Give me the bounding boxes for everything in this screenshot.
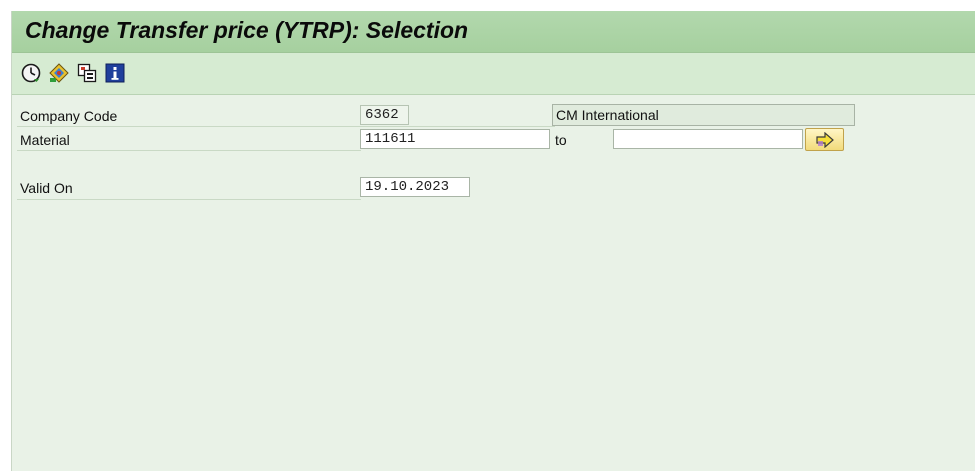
valid-on-date-field[interactable]: 19.10.2023 bbox=[360, 177, 470, 197]
valid-on-label: Valid On bbox=[20, 180, 73, 196]
info-icon bbox=[105, 63, 125, 83]
get-variant-button[interactable] bbox=[48, 62, 70, 84]
company-code-label: Company Code bbox=[20, 108, 118, 124]
copy-variant-icon bbox=[77, 63, 97, 83]
multiple-selection-button[interactable] bbox=[805, 128, 844, 151]
get-variant-icon bbox=[49, 63, 69, 83]
application-toolbar bbox=[12, 53, 975, 95]
row-divider bbox=[17, 150, 361, 151]
sap-screen: Change Transfer price (YTRP): Selection bbox=[11, 11, 975, 471]
execute-clock-icon bbox=[21, 63, 41, 83]
row-divider bbox=[17, 199, 361, 200]
material-from-field[interactable]: 111611 bbox=[360, 129, 550, 149]
material-to-label: to bbox=[555, 132, 567, 148]
material-label: Material bbox=[20, 132, 70, 148]
company-code-field[interactable]: 6362 bbox=[360, 105, 409, 125]
company-name-display: CM International bbox=[552, 104, 855, 126]
info-button[interactable] bbox=[104, 62, 126, 84]
save-variant-button[interactable] bbox=[76, 62, 98, 84]
title-bar: Change Transfer price (YTRP): Selection bbox=[12, 11, 975, 53]
material-to-field[interactable] bbox=[613, 129, 803, 149]
execute-button[interactable] bbox=[20, 62, 42, 84]
row-divider bbox=[17, 126, 555, 127]
page-title: Change Transfer price (YTRP): Selection bbox=[25, 17, 469, 43]
arrow-right-icon bbox=[816, 132, 834, 148]
